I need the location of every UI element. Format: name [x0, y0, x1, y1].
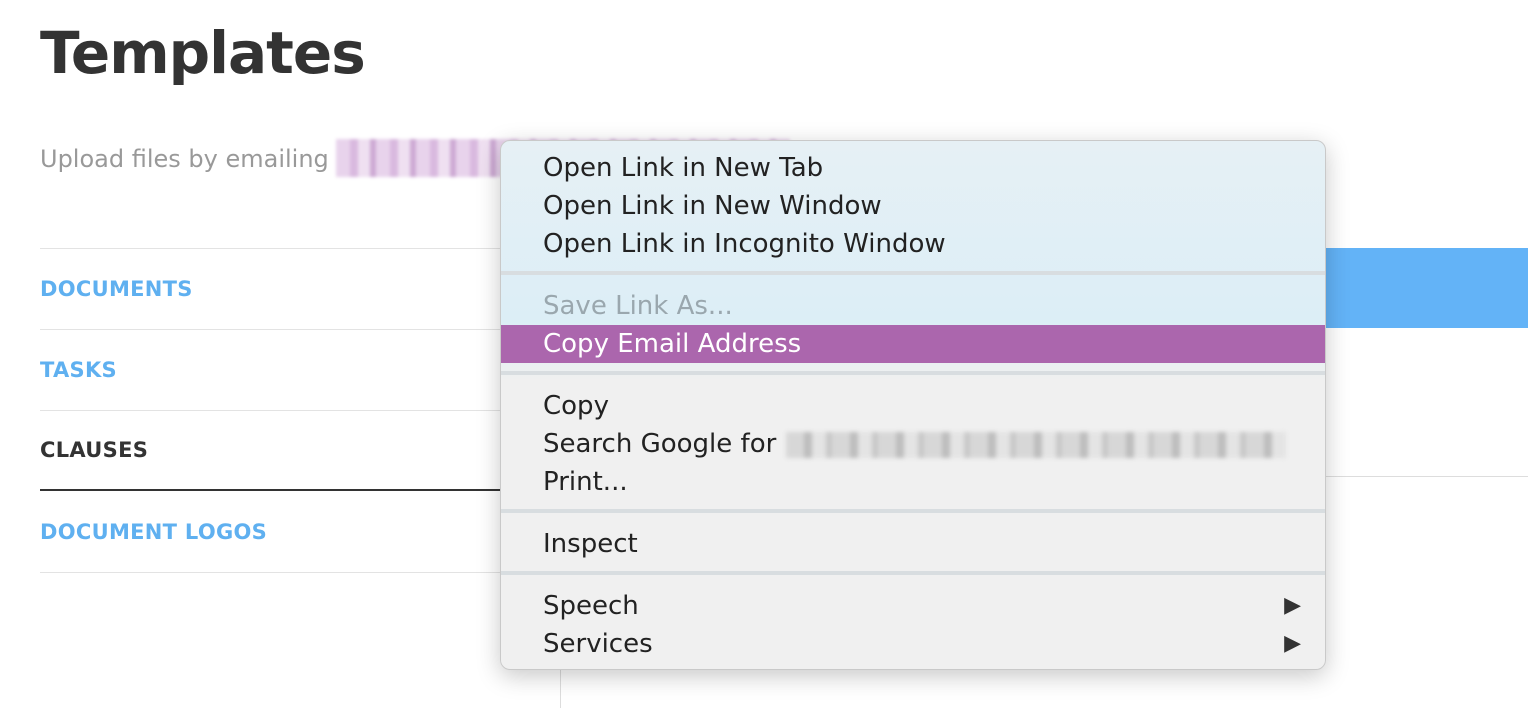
tab-clauses[interactable]: CLAUSES [40, 410, 560, 491]
menu-open-incognito[interactable]: Open Link in Incognito Window [501, 225, 1325, 263]
templates-tab-nav: DOCUMENTS TASKS CLAUSES DOCUMENT LOGOS [40, 248, 560, 573]
menu-separator [501, 371, 1325, 375]
services-label: Services [543, 629, 653, 659]
tab-document-logos[interactable]: DOCUMENT LOGOS [40, 491, 560, 572]
submenu-arrow-icon: ▶ [1284, 593, 1301, 618]
menu-separator [501, 571, 1325, 575]
tab-tasks[interactable]: TASKS [40, 329, 560, 410]
search-google-label: Search Google for [543, 429, 777, 459]
menu-save-link-as: Save Link As... [543, 291, 733, 321]
menu-open-new-tab[interactable]: Open Link in New Tab [501, 149, 1325, 187]
menu-search-google[interactable]: Search Google for [501, 425, 1325, 463]
menu-separator [501, 271, 1325, 275]
page-title: Templates [40, 19, 366, 87]
menu-copy[interactable]: Copy [501, 387, 1325, 425]
submenu-arrow-icon: ▶ [1284, 631, 1301, 656]
menu-copy-email-address[interactable]: Copy Email Address [501, 325, 1325, 363]
menu-services[interactable]: Services ▶ [501, 625, 1325, 663]
menu-speech[interactable]: Speech ▶ [501, 587, 1325, 625]
tab-documents[interactable]: DOCUMENTS [40, 248, 560, 329]
menu-inspect[interactable]: Inspect [501, 525, 1325, 563]
context-menu: Open Link in New Tab Open Link in New Wi… [500, 140, 1326, 670]
upload-instructions: Upload files by emailing [40, 142, 329, 176]
upload-prefix-text: Upload files by emailing [40, 145, 329, 173]
search-term-redacted [786, 431, 1287, 458]
menu-separator [501, 509, 1325, 513]
speech-label: Speech [543, 591, 639, 621]
menu-print[interactable]: Print... [501, 463, 1325, 501]
menu-open-new-window[interactable]: Open Link in New Window [501, 187, 1325, 225]
nav-divider [40, 572, 560, 573]
